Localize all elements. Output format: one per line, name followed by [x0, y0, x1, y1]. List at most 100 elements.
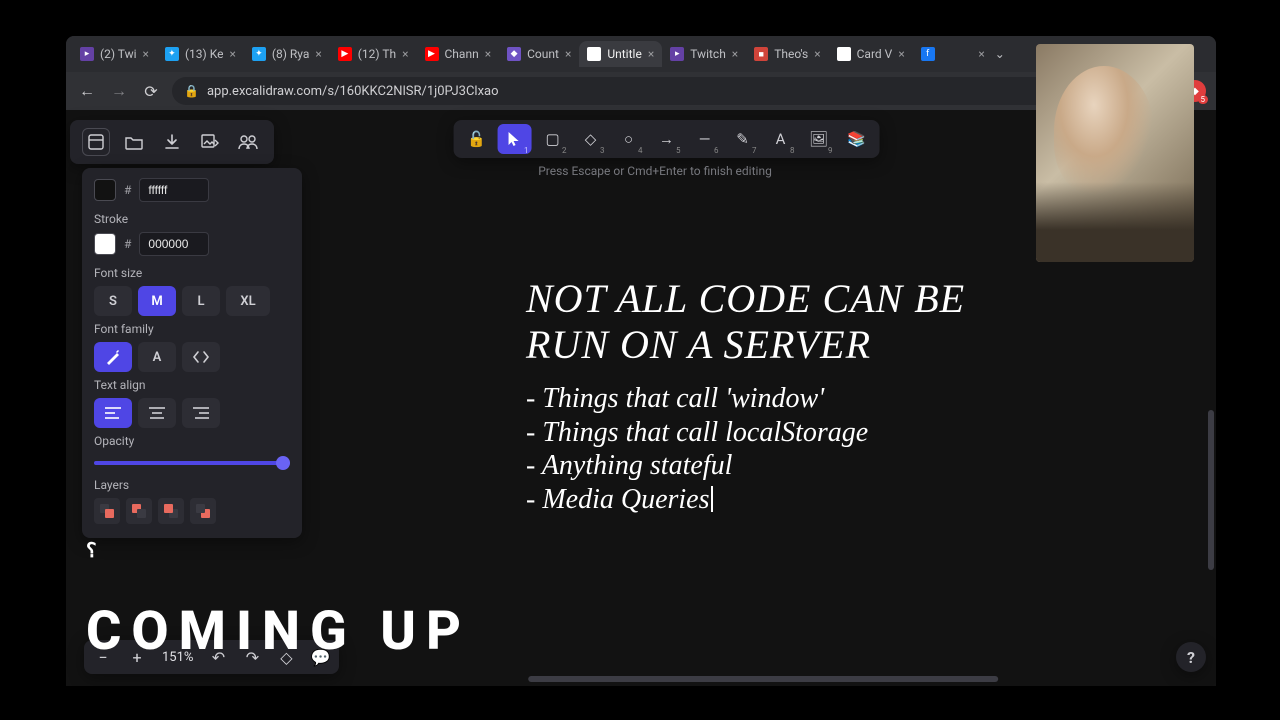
browser-tab[interactable]: ▸Twitch× [662, 41, 746, 67]
help-button[interactable]: ? [1176, 642, 1206, 672]
font-normal-button[interactable]: A [138, 342, 176, 372]
fontsize-m-button[interactable]: M [138, 286, 176, 316]
bring-forward-button[interactable] [158, 498, 184, 524]
favicon-icon: ◆ [507, 47, 521, 61]
align-left-button[interactable] [94, 398, 132, 428]
tab-label: (13) Ke [185, 47, 224, 61]
properties-panel: # Stroke # Font size SMLXL Font family A [82, 168, 302, 538]
top-left-menu [70, 120, 274, 164]
tool-bar: 🔓1▢2◇3○4→5—6✎7A8🖼9📚 [454, 120, 880, 158]
tool-text[interactable]: A8 [764, 124, 798, 154]
back-button[interactable]: ← [76, 80, 98, 102]
close-tab-icon[interactable]: × [814, 47, 820, 61]
favicon-icon: ▶ [425, 47, 439, 61]
tab-overflow-icon[interactable]: ⌄ [993, 47, 1007, 61]
canvas-text-block[interactable]: NOT ALL CODE CAN BE RUN ON A SERVER - Th… [526, 276, 965, 516]
favicon-icon: f [921, 47, 935, 61]
browser-tab[interactable]: ✦ (8) Rya × [244, 41, 330, 67]
address-bar[interactable]: 🔒 app.excalidraw.com/s/160KKC2NlSR/1j0PJ… [172, 77, 1054, 105]
send-backward-button[interactable] [126, 498, 152, 524]
browser-tab[interactable]: ◧Card V× [829, 41, 913, 67]
close-tab-icon[interactable]: × [315, 47, 321, 61]
favicon-icon: ✦ [252, 47, 266, 61]
browser-tab[interactable]: ▶(12) Th× [330, 41, 417, 67]
bullet-line: - Things that call 'window' [526, 382, 965, 416]
close-tab-icon[interactable]: × [898, 47, 904, 61]
fontsize-s-button[interactable]: S [94, 286, 132, 316]
close-tab-icon[interactable]: × [485, 47, 491, 61]
heading-line-1: NOT ALL CODE CAN BE [526, 276, 965, 322]
tool-arrow[interactable]: →5 [650, 124, 684, 154]
tool-line[interactable]: —6 [688, 124, 722, 154]
hash-label-2: # [124, 237, 131, 251]
forward-button[interactable]: → [108, 80, 130, 102]
vertical-scrollbar[interactable] [1208, 410, 1214, 570]
bring-to-front-button[interactable] [190, 498, 216, 524]
tab-label: Chann [445, 47, 479, 61]
open-icon[interactable] [120, 128, 148, 156]
font-size-row: SMLXL [94, 286, 290, 316]
tool-image[interactable]: 🖼9 [802, 124, 836, 154]
browser-tab[interactable]: ✎Untitle× [579, 41, 662, 67]
browser-tab[interactable]: ▶ Chann × [417, 41, 500, 67]
close-tab-icon[interactable]: × [229, 47, 235, 61]
overlay-coming-up: COMING UP [86, 600, 471, 663]
canvas-bullet-list: - Things that call 'window'- Things that… [526, 382, 965, 516]
fontsize-xl-button[interactable]: XL [226, 286, 270, 316]
tool-draw[interactable]: ✎7 [726, 124, 760, 154]
menu-button[interactable] [82, 128, 110, 156]
fontsize-section-label: Font size [94, 266, 290, 280]
fill-swatch[interactable] [94, 179, 116, 201]
browser-tab[interactable]: ✦(13) Ke× [157, 41, 244, 67]
browser-tab[interactable]: ◆ Count × [499, 41, 579, 67]
font-handdrawn-button[interactable] [94, 342, 132, 372]
favicon-icon: ■ [754, 47, 768, 61]
stray-glyph: ⸮ [86, 538, 97, 562]
tool-ellipse[interactable]: ○4 [612, 124, 646, 154]
editing-hint: Press Escape or Cmd+Enter to finish edit… [538, 164, 772, 178]
favicon-icon: ▸ [670, 47, 684, 61]
reload-button[interactable]: ⟳ [140, 80, 162, 102]
collaborate-icon[interactable] [234, 128, 262, 156]
close-tab-icon[interactable]: × [565, 47, 571, 61]
download-icon[interactable] [158, 128, 186, 156]
horizontal-scrollbar[interactable] [528, 676, 998, 682]
fill-hex-input[interactable] [139, 178, 209, 202]
text-cursor [711, 486, 713, 512]
close-tab-icon[interactable]: × [143, 47, 149, 61]
browser-tab[interactable]: f× [913, 41, 993, 67]
tool-lock[interactable]: 🔓 [460, 124, 494, 154]
tool-library[interactable]: 📚 [840, 124, 874, 154]
browser-tab[interactable]: ▸(2) Twi× [72, 41, 157, 67]
close-tab-icon[interactable]: × [648, 47, 654, 61]
fontsize-l-button[interactable]: L [182, 286, 220, 316]
canvas-heading: NOT ALL CODE CAN BE RUN ON A SERVER [526, 276, 965, 368]
favicon-icon: ◧ [837, 47, 851, 61]
align-right-button[interactable] [182, 398, 220, 428]
heading-line-2: RUN ON A SERVER [526, 322, 965, 368]
bullet-line: - Things that call localStorage [526, 416, 965, 450]
opacity-slider[interactable] [94, 454, 290, 472]
tool-rect[interactable]: ▢2 [536, 124, 570, 154]
tab-label: Count [527, 47, 559, 61]
tab-label: (8) Rya [272, 47, 310, 61]
stroke-hex-input[interactable] [139, 232, 209, 256]
bullet-line: - Media Queries [526, 483, 965, 517]
font-code-button[interactable] [182, 342, 220, 372]
close-tab-icon[interactable]: × [732, 47, 738, 61]
tab-label: (2) Twi [100, 47, 137, 61]
align-center-button[interactable] [138, 398, 176, 428]
close-tab-icon[interactable]: × [402, 47, 408, 61]
tool-diamond[interactable]: ◇3 [574, 124, 608, 154]
fill-color-row: # [94, 178, 290, 202]
export-image-icon[interactable] [196, 128, 224, 156]
layers-section-label: Layers [94, 478, 290, 492]
stroke-swatch[interactable] [94, 233, 116, 255]
favicon-icon: ✎ [587, 47, 601, 61]
tool-select[interactable]: 1 [498, 124, 532, 154]
webcam-overlay [1036, 44, 1194, 262]
url-text: app.excalidraw.com/s/160KKC2NlSR/1j0PJ3C… [207, 84, 499, 99]
send-to-back-button[interactable] [94, 498, 120, 524]
close-tab-icon[interactable]: × [978, 47, 984, 61]
browser-tab[interactable]: ■Theo's× [746, 41, 828, 67]
